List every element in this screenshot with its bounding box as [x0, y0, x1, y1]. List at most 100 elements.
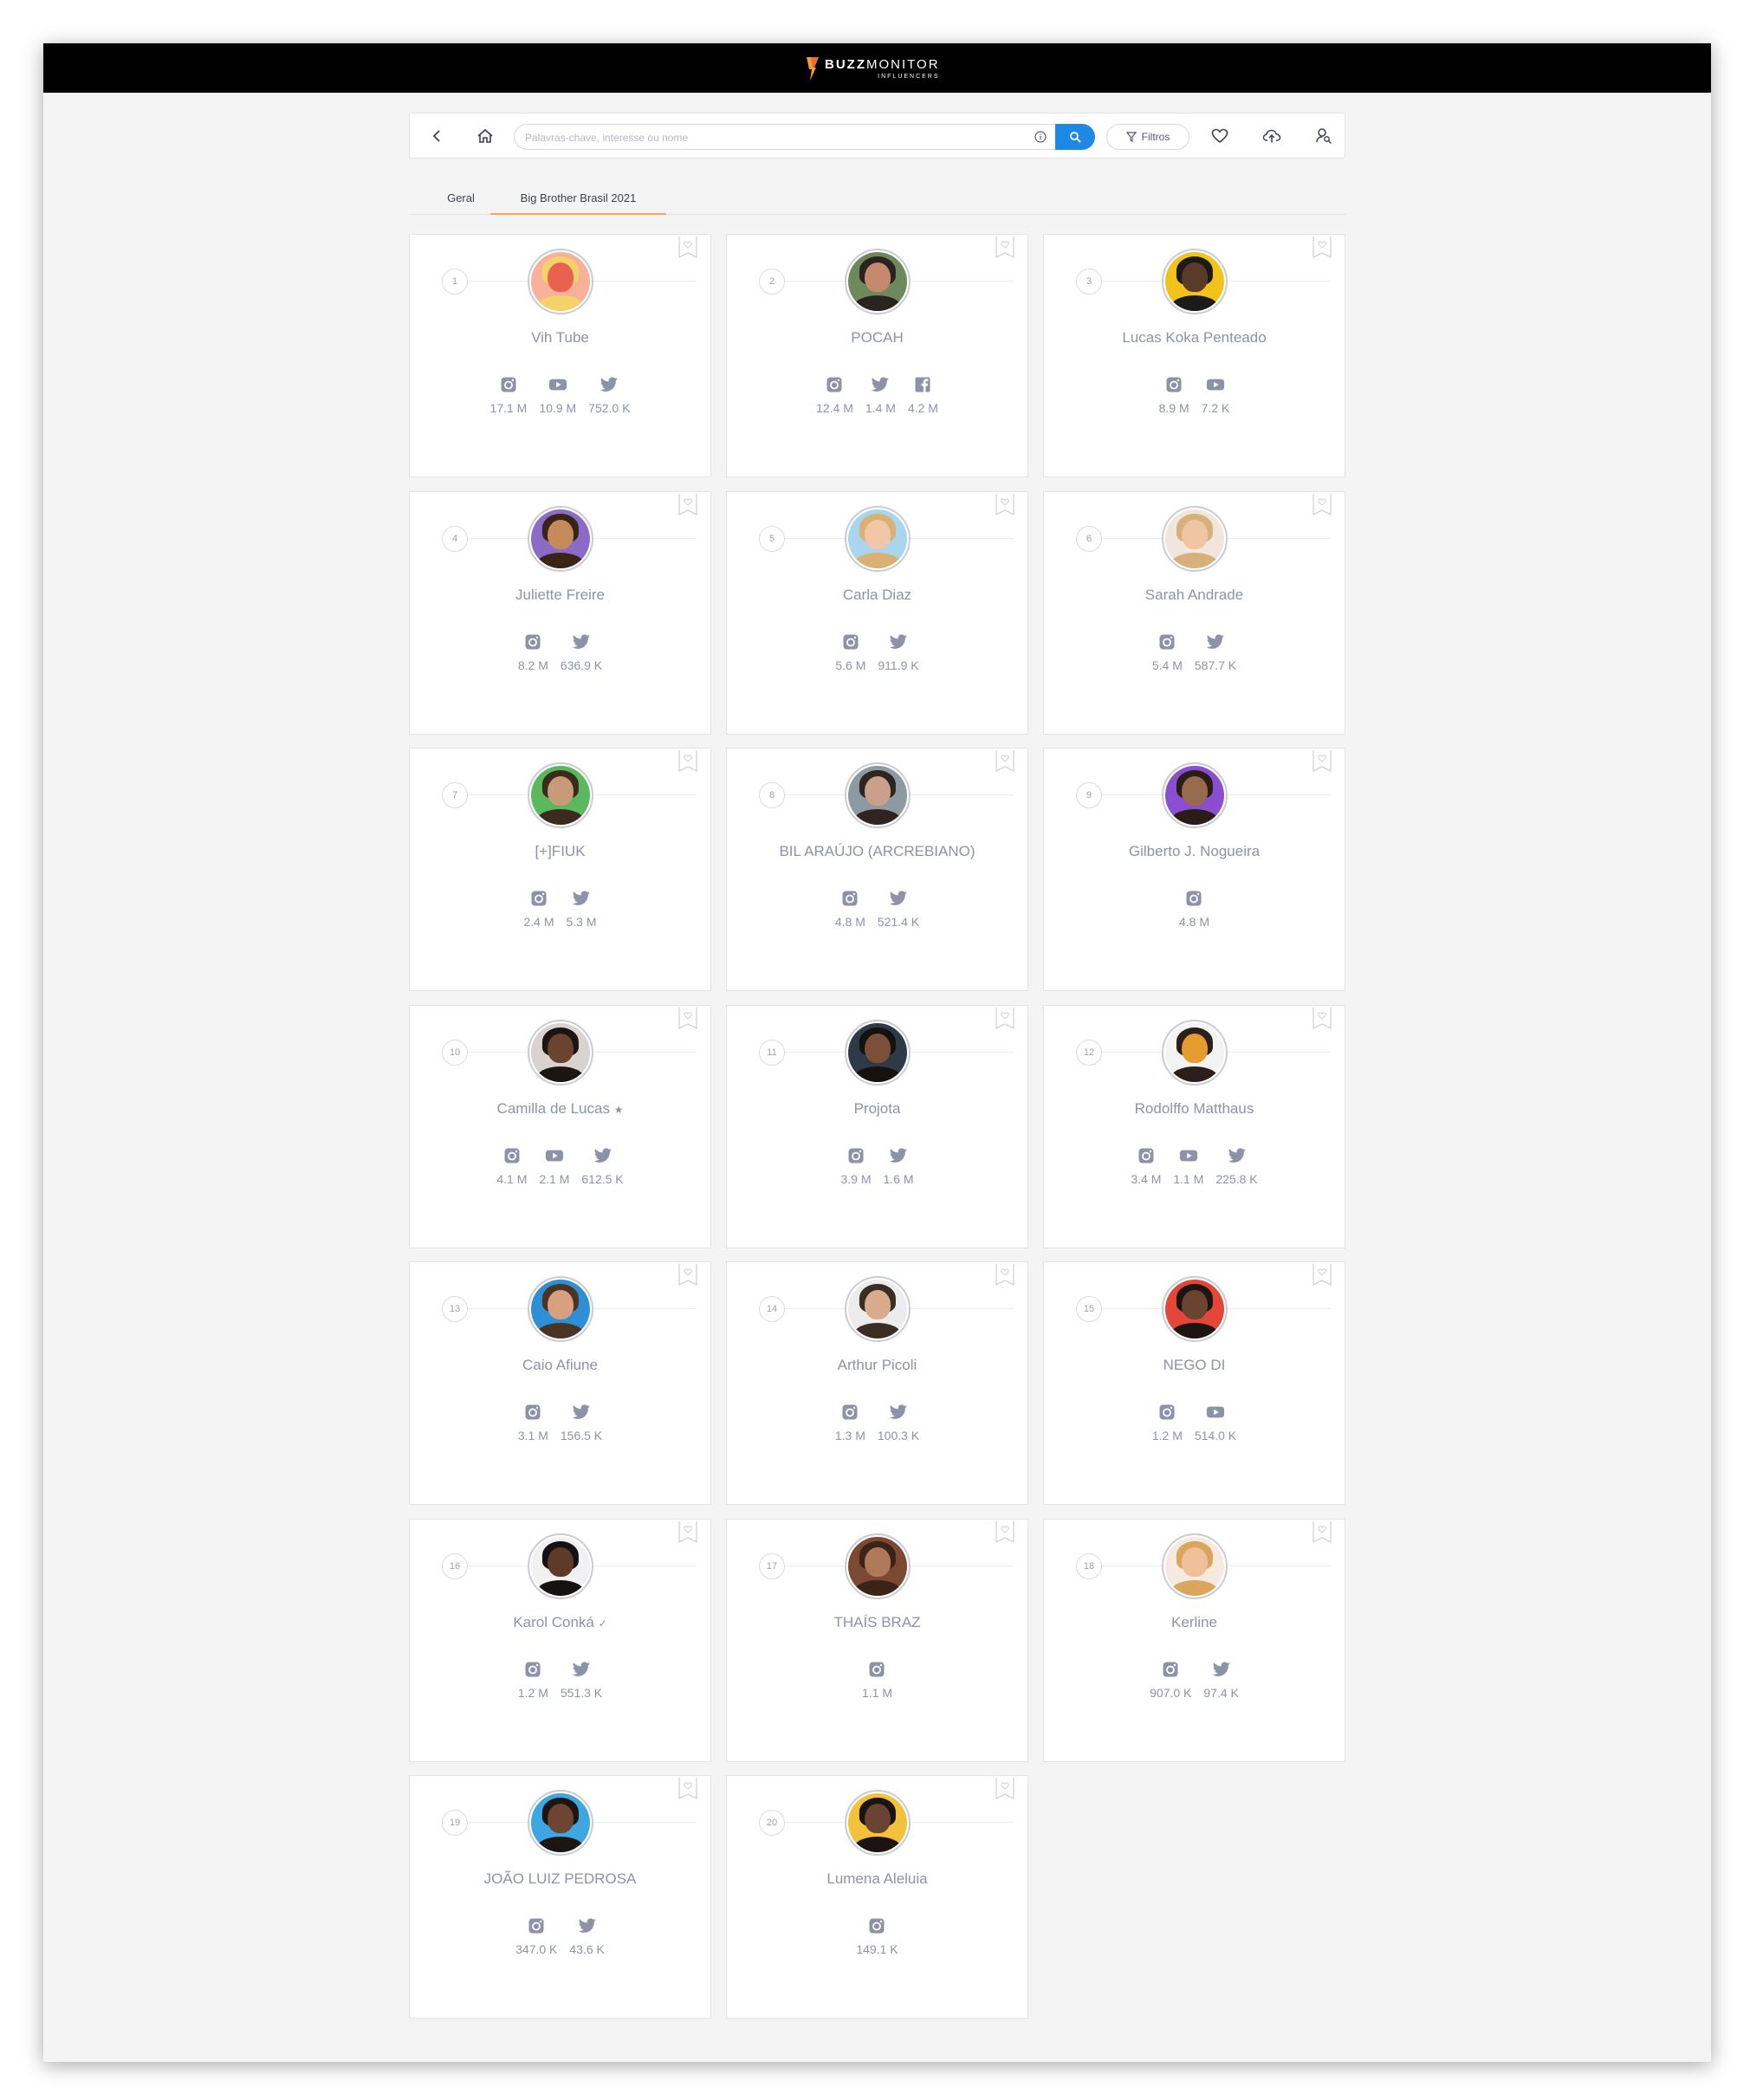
influencer-card[interactable]: 12 Rodolffo Matthaus 3.4 M 1.1 M 225.8 K [1043, 1005, 1345, 1248]
home-button[interactable] [474, 125, 496, 147]
influencer-card[interactable]: 6 Sarah Andrade 5.4 M 587.7 K [1043, 491, 1345, 735]
bookmark-heart-icon[interactable] [677, 1264, 698, 1287]
bookmark-heart-icon[interactable] [677, 237, 698, 259]
stat-youtube[interactable]: 1.1 M [1173, 1146, 1203, 1186]
influencer-card[interactable]: 11 Projota 3.9 M 1.6 M [726, 1005, 1028, 1248]
avatar[interactable] [1162, 1533, 1228, 1599]
influencer-card[interactable]: 1 Vih Tube 17.1 M 10.9 M 752.0 K [409, 234, 711, 477]
influencer-card[interactable]: 17 THAÍS BRAZ 1.1 M [726, 1519, 1028, 1762]
influencer-card[interactable]: 18 Kerline 907.0 K 97.4 K [1043, 1519, 1345, 1762]
influencer-card[interactable]: 19 JOÃO LUIZ PEDROSA 347.0 K 43.6 K [409, 1775, 711, 2019]
tab-big-brother-brasil-2021[interactable]: Big Brother Brasil 2021 [490, 182, 666, 215]
influencer-name[interactable]: Projota [727, 1099, 1027, 1118]
influencer-card[interactable]: 10 Camilla de Lucas ★ 4.1 M 2.1 M 612.5 K [409, 1005, 711, 1248]
filters-button[interactable]: Filtros [1106, 124, 1189, 150]
stat-instagram[interactable]: 907.0 K [1150, 1660, 1191, 1700]
influencer-name[interactable]: Carla Diaz [727, 586, 1027, 605]
influencer-name[interactable]: Vih Tube [410, 328, 710, 347]
avatar[interactable] [845, 1276, 911, 1342]
influencer-name[interactable]: Kerline [1044, 1613, 1345, 1632]
bookmark-heart-icon[interactable] [995, 750, 1015, 773]
stat-youtube[interactable]: 514.0 K [1195, 1403, 1236, 1442]
avatar[interactable] [1162, 762, 1228, 828]
bookmark-heart-icon[interactable] [995, 237, 1015, 259]
avatar[interactable] [1162, 1276, 1228, 1342]
influencer-card[interactable]: 8 BIL ARAÚJO (ARCREBIANO) 4.8 M 521.4 K [726, 748, 1028, 991]
stat-instagram[interactable]: 8.2 M [518, 632, 548, 672]
bookmark-heart-icon[interactable] [1312, 1521, 1332, 1544]
bookmark-heart-icon[interactable] [995, 1778, 1015, 1800]
user-search-button[interactable] [1312, 125, 1335, 147]
avatar[interactable] [528, 1790, 593, 1856]
stat-instagram[interactable]: 5.6 M [835, 632, 865, 672]
influencer-name[interactable]: Camilla de Lucas ★ [410, 1099, 710, 1119]
stat-facebook[interactable]: 4.2 M [908, 375, 938, 415]
influencer-name[interactable]: Caio Afiune [410, 1356, 710, 1375]
bookmark-heart-icon[interactable] [677, 1521, 698, 1544]
buzzmonitor-logo[interactable]: BUZZMONITOR INFLUENCERS [806, 51, 940, 86]
back-button[interactable] [425, 125, 448, 147]
influencer-card[interactable]: 2 POCAH 12.4 M 1.4 M 4.2 M [726, 234, 1028, 477]
bookmark-heart-icon[interactable] [1312, 1008, 1332, 1030]
influencer-card[interactable]: 15 NEGO DI 1.2 M 514.0 K [1043, 1261, 1345, 1505]
influencer-name[interactable]: NEGO DI [1044, 1356, 1345, 1375]
influencer-name[interactable]: Sarah Andrade [1044, 586, 1345, 605]
bookmark-heart-icon[interactable] [1312, 237, 1332, 259]
influencer-card[interactable]: 7 [+]FIUK 2.4 M 5.3 M [409, 748, 711, 991]
stat-youtube[interactable]: 10.9 M [539, 375, 576, 415]
avatar[interactable] [845, 1533, 911, 1599]
influencer-name[interactable]: BIL ARAÚJO (ARCREBIANO) [727, 842, 1027, 861]
stat-twitter[interactable]: 43.6 K [569, 1916, 605, 1956]
search-button[interactable] [1055, 124, 1095, 150]
stat-twitter[interactable]: 1.6 M [884, 1146, 914, 1186]
influencer-name[interactable]: Juliette Freire [410, 586, 710, 605]
stat-instagram[interactable]: 5.4 M [1152, 632, 1183, 672]
stat-twitter[interactable]: 100.3 K [878, 1403, 919, 1442]
stat-instagram[interactable]: 1.2 M [518, 1660, 548, 1700]
stat-youtube[interactable]: 7.2 K [1202, 375, 1229, 415]
influencer-name[interactable]: POCAH [727, 328, 1027, 347]
stat-instagram[interactable]: 12.4 M [816, 375, 853, 415]
influencer-name[interactable]: [+]FIUK [410, 842, 710, 861]
export-button[interactable] [1261, 125, 1283, 147]
influencer-card[interactable]: 13 Caio Afiune 3.1 M 156.5 K [409, 1261, 711, 1505]
stat-instagram[interactable]: 17.1 M [490, 375, 527, 415]
avatar[interactable] [1162, 1020, 1228, 1086]
influencer-card[interactable]: 9 Gilberto J. Nogueira 4.8 M [1043, 748, 1345, 991]
avatar[interactable] [1162, 506, 1228, 572]
stat-twitter[interactable]: 551.3 K [561, 1660, 602, 1700]
stat-instagram[interactable]: 347.0 K [515, 1916, 557, 1956]
avatar[interactable] [845, 1020, 911, 1086]
influencer-name[interactable]: Lucas Koka Penteado [1044, 328, 1345, 347]
avatar[interactable] [528, 1020, 593, 1086]
bookmark-heart-icon[interactable] [677, 750, 698, 773]
stat-twitter[interactable]: 521.4 K [878, 889, 919, 929]
avatar[interactable] [528, 249, 593, 314]
stat-instagram[interactable]: 8.9 M [1159, 375, 1189, 415]
stat-instagram[interactable]: 2.4 M [523, 889, 554, 929]
stat-instagram[interactable]: 3.4 M [1131, 1146, 1161, 1186]
stat-instagram[interactable]: 4.8 M [835, 889, 865, 929]
info-icon[interactable] [1034, 131, 1047, 143]
bookmark-heart-icon[interactable] [995, 1264, 1015, 1287]
stat-instagram[interactable]: 1.3 M [835, 1403, 865, 1442]
influencer-card[interactable]: 3 Lucas Koka Penteado 8.9 M 7.2 K [1043, 234, 1345, 477]
stat-twitter[interactable]: 911.9 K [878, 632, 919, 672]
stat-twitter[interactable]: 612.5 K [581, 1146, 624, 1186]
avatar[interactable] [1162, 249, 1228, 314]
stat-instagram[interactable]: 4.1 M [496, 1146, 527, 1186]
bookmark-heart-icon[interactable] [1312, 750, 1332, 773]
influencer-name[interactable]: Rodolffo Matthaus [1044, 1099, 1345, 1118]
stat-instagram[interactable]: 1.1 M [862, 1660, 892, 1700]
stat-twitter[interactable]: 636.9 K [561, 632, 602, 672]
bookmark-heart-icon[interactable] [995, 494, 1015, 516]
influencer-name[interactable]: Lumena Aleluia [727, 1870, 1027, 1889]
stat-twitter[interactable]: 587.7 K [1195, 632, 1236, 672]
influencer-name[interactable]: JOÃO LUIZ PEDROSA [410, 1870, 710, 1889]
stat-twitter[interactable]: 1.4 M [865, 375, 896, 415]
avatar[interactable] [845, 249, 911, 314]
influencer-card[interactable]: 4 Juliette Freire 8.2 M 636.9 K [409, 491, 711, 735]
stat-instagram[interactable]: 4.8 M [1179, 889, 1209, 929]
bookmark-heart-icon[interactable] [995, 1521, 1015, 1544]
search-input[interactable] [525, 129, 1019, 146]
